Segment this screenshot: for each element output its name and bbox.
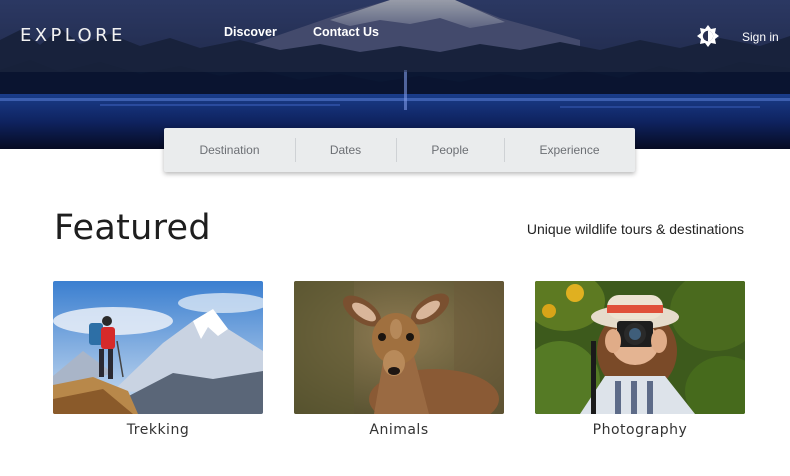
card-label-trekking: Trekking — [126, 422, 190, 438]
card-label-animals: Animals — [369, 422, 429, 438]
experience-filter[interactable]: Experience — [504, 128, 635, 172]
nav-contact-link[interactable]: Contact Us — [313, 25, 379, 39]
search-filter-bar: Destination Dates People Experience — [164, 128, 635, 172]
people-filter[interactable]: People — [396, 128, 504, 172]
nav-discover-link[interactable]: Discover — [224, 25, 277, 39]
hero-banner: EXPLORE Discover Contact Us Sign in — [0, 0, 790, 149]
deer-image — [294, 281, 504, 414]
featured-subtitle: Unique wildlife tours & destinations — [526, 221, 744, 237]
photographer-image — [535, 281, 745, 414]
signin-link[interactable]: Sign in — [742, 30, 779, 44]
brightness-icon[interactable] — [697, 25, 719, 47]
featured-heading: Featured — [54, 208, 211, 248]
dates-filter[interactable]: Dates — [295, 128, 396, 172]
brand-logo[interactable]: EXPLORE — [20, 25, 126, 46]
card-trekking[interactable]: Trekking — [53, 281, 263, 438]
destination-filter[interactable]: Destination — [164, 128, 295, 172]
card-label-photography: Photography — [592, 422, 688, 438]
hiker-mountain-image — [53, 281, 263, 414]
card-photography[interactable]: Photography — [535, 281, 745, 438]
card-animals[interactable]: Animals — [294, 281, 504, 438]
top-navbar: EXPLORE Discover Contact Us Sign in — [0, 0, 790, 72]
